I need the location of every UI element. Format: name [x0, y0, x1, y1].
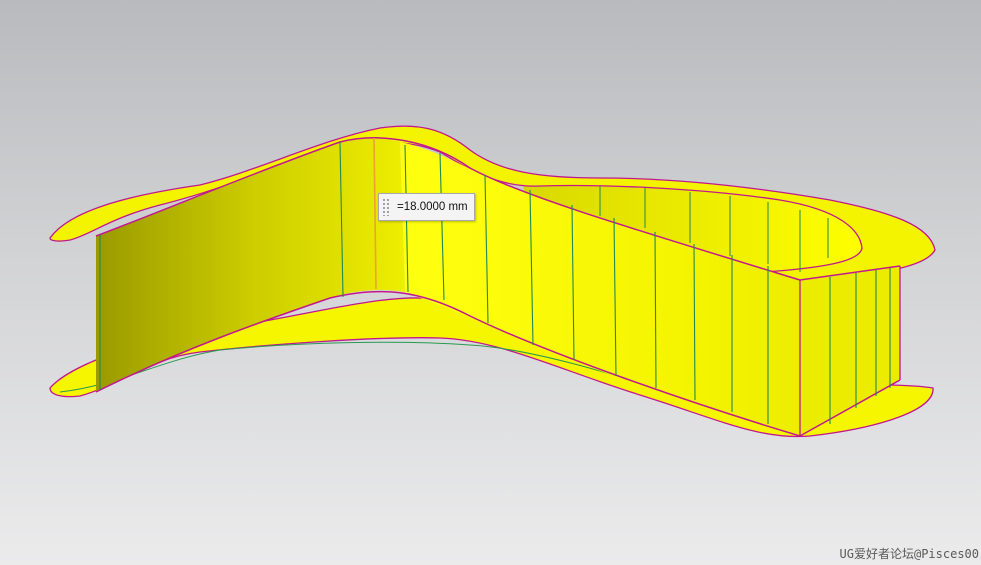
drag-handle-icon[interactable] [382, 198, 390, 216]
3d-model-render[interactable] [0, 0, 981, 565]
dimension-readout[interactable]: =18.0000 mm [378, 193, 475, 221]
dimension-value[interactable]: =18.0000 mm [397, 201, 468, 213]
graphics-viewport[interactable]: =18.0000 mm UG爱好者论坛@Pisces00 [0, 0, 981, 565]
watermark: UG爱好者论坛@Pisces00 [839, 547, 979, 561]
